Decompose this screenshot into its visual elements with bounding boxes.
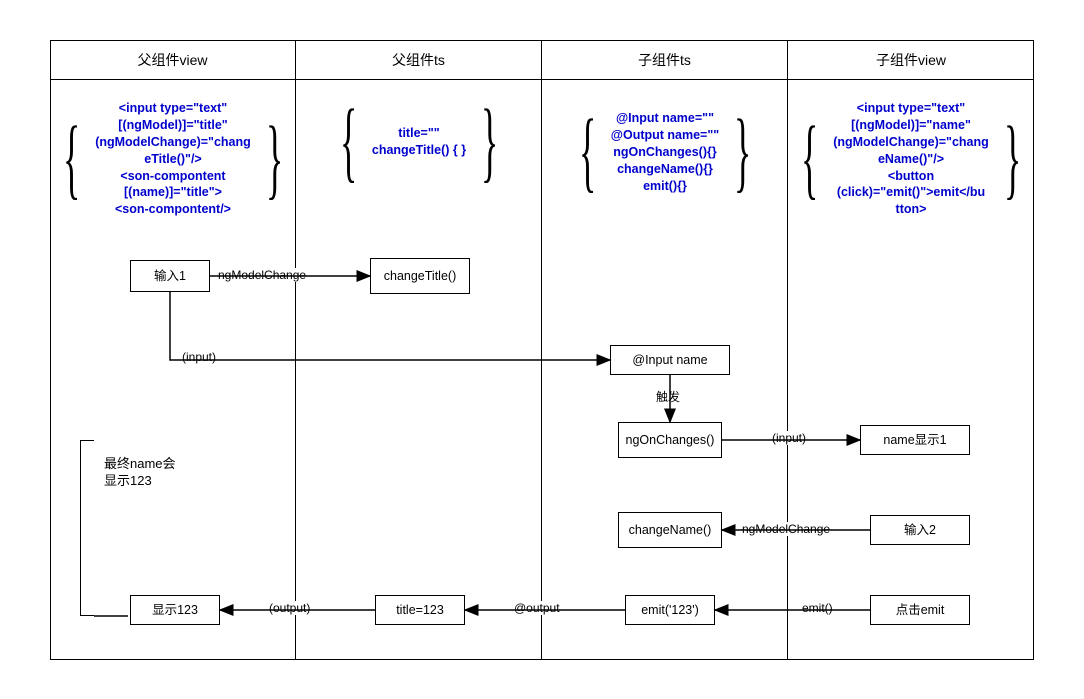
label-input-1: (input) xyxy=(180,350,218,364)
label-input-2: (input) xyxy=(770,431,808,445)
note-text: 最终name会显示123 xyxy=(104,456,214,490)
header-parent-view: 父组件view xyxy=(50,40,295,80)
code-child-ts: { @Input name=""@Output name=""ngOnChang… xyxy=(548,110,782,194)
label-output: (output) xyxy=(267,601,312,615)
node-change-title: changeTitle() xyxy=(370,258,470,294)
node-name-show1: name显示1 xyxy=(860,425,970,455)
code-text-parent-ts: title=""changeTitle() { } xyxy=(370,125,468,159)
node-ngonchanges: ngOnChanges() xyxy=(618,422,722,458)
code-parent-view: { <input type="text"[(ngModel)]="title"(… xyxy=(56,100,290,218)
code-child-view: { <input type="text"[(ngModel)]="name"(n… xyxy=(794,100,1028,218)
label-trigger: 触发 xyxy=(654,388,682,405)
node-show123: 显示123 xyxy=(130,595,220,625)
label-ngmodelchange-1: ngModelChange xyxy=(216,268,308,282)
label-emit-fn: emit() xyxy=(800,601,835,615)
node-title-eq: title=123 xyxy=(375,595,465,625)
label-ngmodelchange-2: ngModelChange xyxy=(740,522,832,536)
diagram-root: 父组件view 父组件ts 子组件ts 子组件view { <input typ… xyxy=(20,20,1064,679)
node-click-emit: 点击emit xyxy=(870,595,970,625)
header-child-view: 子组件view xyxy=(788,40,1034,80)
node-change-name: changeName() xyxy=(618,512,722,548)
label-at-output: @output xyxy=(512,601,562,615)
code-text-parent-view: <input type="text"[(ngModel)]="title"(ng… xyxy=(93,100,253,218)
node-input2: 输入2 xyxy=(870,515,970,545)
note-bracket xyxy=(80,440,94,616)
header-child-ts: 子组件ts xyxy=(542,40,787,80)
code-parent-ts: { title=""changeTitle() { } } xyxy=(302,125,536,159)
code-text-child-ts: @Input name=""@Output name=""ngOnChanges… xyxy=(609,110,721,194)
node-input1: 输入1 xyxy=(130,260,210,292)
code-text-child-view: <input type="text"[(ngModel)]="name"(ngM… xyxy=(831,100,991,218)
node-emit-call: emit('123') xyxy=(625,595,715,625)
node-input-name: @Input name xyxy=(610,345,730,375)
header-parent-ts: 父组件ts xyxy=(296,40,541,80)
